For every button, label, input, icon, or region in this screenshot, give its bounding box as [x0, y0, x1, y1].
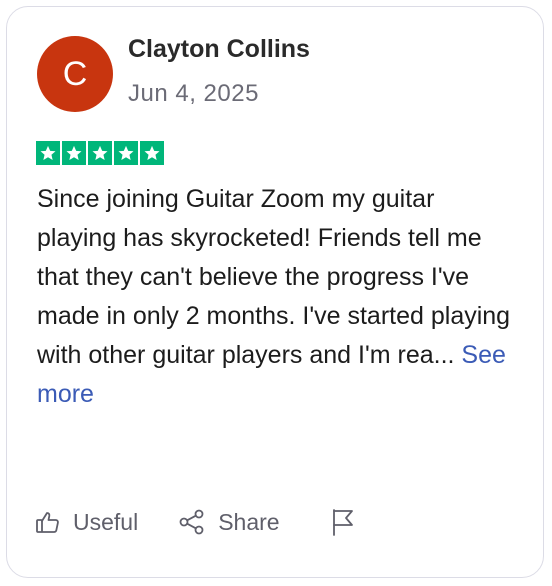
- review-card: C Clayton Collins Jun 4, 2025 Since join…: [6, 6, 544, 578]
- star-icon: [62, 141, 86, 165]
- avatar-initial: C: [62, 54, 88, 93]
- star-icon: [114, 141, 138, 165]
- flag-icon: [330, 507, 356, 537]
- star-rating: [36, 141, 164, 165]
- report-button[interactable]: [330, 507, 356, 537]
- review-body: Since joining Guitar Zoom my guitar play…: [37, 185, 511, 369]
- reviewer-name[interactable]: Clayton Collins: [128, 35, 310, 64]
- star-icon: [88, 141, 112, 165]
- thumbs-up-icon: [35, 509, 61, 535]
- share-icon: [178, 508, 206, 536]
- star-icon: [140, 141, 164, 165]
- star-icon: [36, 141, 60, 165]
- share-button[interactable]: Share: [178, 508, 280, 536]
- useful-button[interactable]: Useful: [35, 509, 138, 536]
- review-date: Jun 4, 2025: [128, 80, 259, 107]
- useful-label: Useful: [73, 508, 139, 535]
- review-actions: Useful Share: [35, 507, 356, 537]
- share-label: Share: [218, 508, 280, 535]
- review-text: Since joining Guitar Zoom my guitar play…: [37, 180, 517, 414]
- avatar[interactable]: C: [37, 36, 113, 112]
